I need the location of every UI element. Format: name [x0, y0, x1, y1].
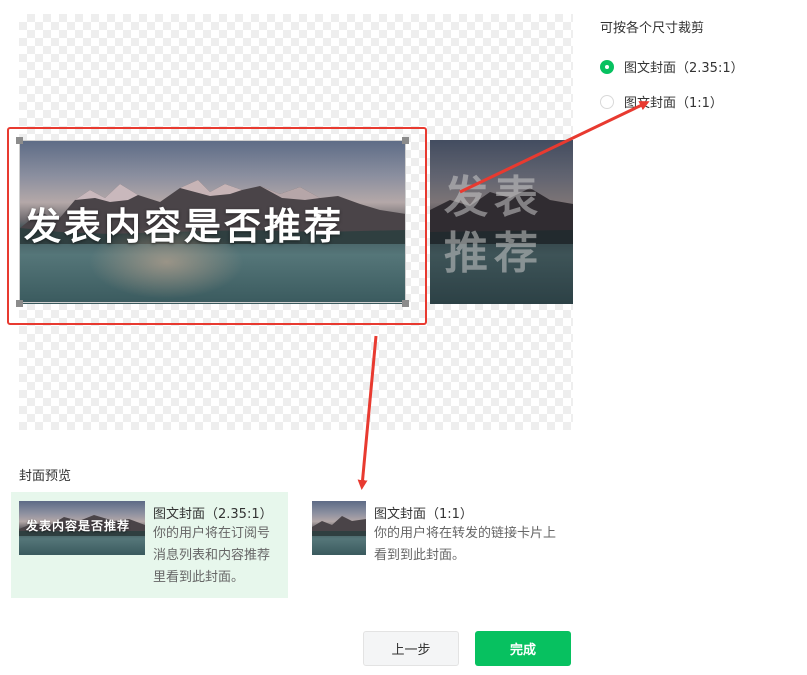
prev-step-button[interactable]: 上一步	[363, 631, 459, 666]
option-label: 图文封面（2.35:1）	[624, 61, 744, 76]
radio-selected-icon[interactable]	[600, 59, 614, 74]
crop-panel-title: 可按各个尺寸裁剪	[600, 21, 705, 36]
preview-section-label: 封面预览	[19, 469, 72, 484]
cover-caption-faded: 发表推荐	[444, 172, 544, 279]
option-ratio-2-35[interactable]: 图文封面（2.35:1）	[600, 57, 744, 76]
preview-square-title: 图文封面（1:1）	[374, 507, 473, 522]
preview-square-desc: 你的用户将在转发的链接卡片上 看到到此封面。	[374, 523, 556, 567]
desc-line: 消息列表和内容推荐	[153, 548, 271, 563]
desc-line: 你的用户将在转发的链接卡片上	[374, 526, 557, 541]
preview-wide-title: 图文封面（2.35:1）	[153, 507, 273, 522]
preview-wide-desc: 你的用户将在订阅号 消息列表和内容推荐 里看到此封面。	[153, 523, 270, 589]
done-button[interactable]: 完成	[475, 631, 571, 666]
radio-unselected-icon[interactable]	[600, 94, 614, 109]
thumb-caption: 发表内容是否推荐	[26, 519, 131, 533]
option-ratio-1-1[interactable]: 图文封面（1:1）	[600, 92, 723, 111]
thumb-mountain-square	[312, 516, 366, 536]
option-label: 图文封面（1:1）	[624, 96, 723, 111]
annotation-highlight-box	[7, 127, 427, 325]
desc-line: 你的用户将在订阅号	[153, 526, 271, 541]
preview-thumb-square	[312, 501, 366, 555]
desc-line: 看到到此封面。	[374, 548, 466, 563]
desc-line: 里看到此封面。	[153, 570, 245, 585]
